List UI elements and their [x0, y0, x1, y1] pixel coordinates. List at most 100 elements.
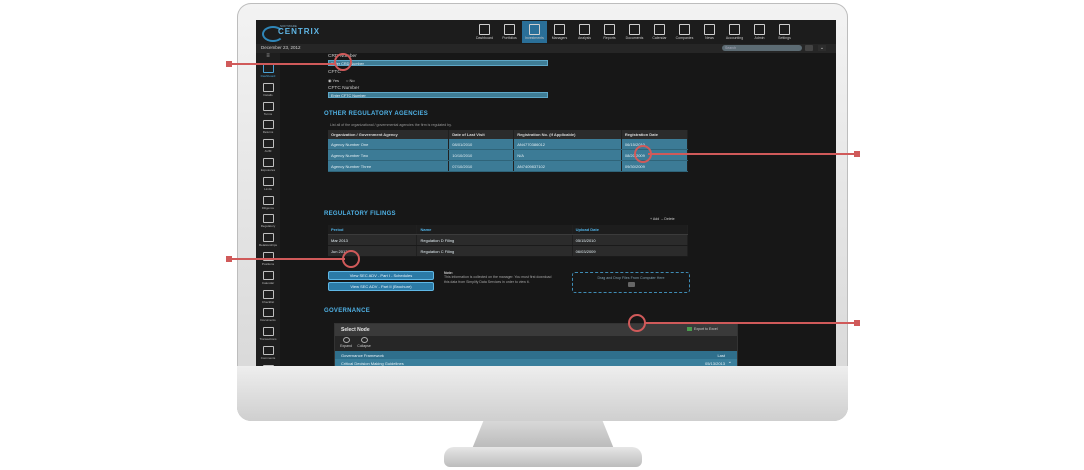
- sidebar-item-details[interactable]: Details: [256, 82, 280, 100]
- monitor-stand-base: [444, 447, 642, 467]
- sidebar-item-checklist[interactable]: Checklist: [256, 289, 280, 307]
- table-row[interactable]: Mar 2013 Regulation D Filing 05/15/2010: [328, 234, 689, 246]
- column-header[interactable]: Period: [328, 225, 418, 235]
- sub-bar: December 23, 2012 Search ⌄: [256, 44, 836, 53]
- no-label: No: [349, 78, 355, 83]
- documents-icon: [262, 308, 274, 318]
- callout-marker: [854, 151, 860, 157]
- nav-item-calendar[interactable]: Calendar: [647, 21, 672, 43]
- nav-item-dashboard[interactable]: Dashboard: [472, 21, 497, 43]
- sidebar-item-positions[interactable]: Positions: [256, 251, 280, 269]
- monitor-stand-neck: [472, 421, 614, 449]
- search-input[interactable]: Search: [722, 45, 802, 51]
- table-cell: 08/01/2010: [448, 139, 515, 150]
- cftc-number-input[interactable]: Enter CFTC Number: [328, 92, 548, 98]
- nav-item-settings[interactable]: Settings: [772, 21, 797, 43]
- companies-icon: [679, 24, 690, 35]
- search-icon[interactable]: [805, 45, 813, 51]
- calendar-icon: [262, 270, 274, 280]
- column-header[interactable]: Registration Date: [621, 130, 689, 139]
- collapse-label: Collapse: [357, 344, 371, 348]
- sidebar-item-aum[interactable]: AUM: [256, 139, 280, 156]
- nav-item-portfolios[interactable]: Portfolios: [497, 21, 522, 43]
- sidebar-item-label: Exposures: [260, 167, 276, 172]
- sidebar-item-returns[interactable]: Returns: [256, 120, 280, 137]
- calendar-icon: [654, 24, 665, 35]
- sidebar-item-notes[interactable]: Notes: [256, 364, 280, 366]
- sidebar-item-label: Returns: [262, 130, 274, 135]
- view-adv-part1-button[interactable]: View SEC ADV - Part I - Schedules: [328, 271, 434, 280]
- file-dropzone[interactable]: Drag and Drop Files From Computer Here: [572, 272, 690, 293]
- add-filing-button[interactable]: + Add: [650, 217, 659, 221]
- crd-input[interactable]: Enter CRD Number: [328, 60, 548, 66]
- nav-label: Dashboard: [475, 36, 494, 40]
- nav-item-managers[interactable]: Managers: [547, 21, 572, 43]
- governance-panel: Select Node Export to Excel Expand Colla…: [334, 323, 738, 366]
- sidebar-item-exposures[interactable]: Exposures: [256, 157, 280, 175]
- last-header: Last: [717, 352, 725, 358]
- nav-item-companies[interactable]: Companies: [672, 21, 697, 43]
- column-header[interactable]: Upload Date: [572, 225, 689, 235]
- export-excel-button[interactable]: Export to Excel: [687, 327, 718, 332]
- app-logo[interactable]: SOFTWARE CENTRIX: [262, 24, 322, 42]
- table-row[interactable]: Jun 2013 Regulation C Filing 06/03/2009: [328, 245, 689, 257]
- collapse-button[interactable]: Collapse: [357, 337, 371, 348]
- column-header[interactable]: Date of Last Visit: [448, 130, 515, 139]
- agencies-note: List all of the organizational / governm…: [330, 123, 452, 127]
- sidebar-item-calendar[interactable]: Calendar: [256, 270, 280, 288]
- governance-node-row[interactable]: Critical Decision Making Guidelines 05/1…: [335, 359, 737, 366]
- sidebar-item-label: Regulatory: [260, 224, 276, 229]
- sidebar-item-dashboard[interactable]: Dashboard: [256, 64, 280, 81]
- chevron-down-icon[interactable]: ⌄: [728, 359, 732, 365]
- sidebar-item-limits[interactable]: Limits: [256, 176, 280, 194]
- table-cell: Regulation D Filing: [416, 234, 573, 246]
- nav-item-investments[interactable]: Investments: [522, 21, 547, 43]
- diligence-icon: [262, 195, 274, 205]
- node-date: 05/13/2013: [704, 360, 725, 366]
- table-cell: Agency Number Three: [328, 160, 450, 172]
- reports-icon: [604, 24, 615, 35]
- sidebar-item-label: Documents: [260, 318, 276, 323]
- sidebar-item-comments[interactable]: Comments: [256, 345, 280, 363]
- nav-item-news[interactable]: News: [697, 21, 722, 43]
- current-date: December 23, 2012: [261, 45, 301, 50]
- sidebar-item-documents[interactable]: Documents: [256, 308, 280, 325]
- node-label: Critical Decision Making Guidelines: [341, 360, 404, 366]
- nav-item-admin[interactable]: Admin: [747, 21, 772, 43]
- expand-button[interactable]: Expand: [339, 337, 353, 348]
- table-row[interactable]: Agency Number Three 07/10/2010 AN740983710…: [328, 160, 689, 172]
- nav-item-analysis[interactable]: Analysis: [572, 21, 597, 43]
- column-header[interactable]: Name: [416, 225, 573, 235]
- logo-text: CENTRIX: [278, 27, 321, 36]
- delete-filing-button[interactable]: – Delete: [661, 217, 674, 221]
- news-icon: [704, 24, 715, 35]
- column-header[interactable]: Organization / Government Agency: [328, 130, 450, 139]
- sidebar-item-label: Positions: [261, 261, 275, 266]
- nav-item-reports[interactable]: Reports: [597, 21, 622, 43]
- sidebar-item-diligence[interactable]: Diligence: [256, 195, 280, 213]
- nav-label: Analysis: [577, 36, 592, 40]
- table-cell: Regulation C Filing: [416, 245, 573, 257]
- sidebar-item-label: Calendar: [261, 280, 275, 285]
- nav-item-accounting[interactable]: Accounting: [722, 21, 747, 43]
- sidebar-item-terms[interactable]: Terms: [256, 101, 280, 119]
- callout-line: [648, 153, 854, 155]
- sidebar-item-relationships[interactable]: Relationships: [256, 233, 280, 250]
- governance-framework-row[interactable]: Governance Framework Last: [335, 351, 737, 359]
- table-row[interactable]: Agency Number One 08/01/2010 AN4770386012 0…: [328, 139, 689, 150]
- callout-line: [231, 258, 345, 260]
- callout-circle: [634, 145, 652, 163]
- sidebar-item-transactions[interactable]: Transactions: [256, 327, 280, 344]
- chevron-down-icon[interactable]: ⌄: [818, 45, 826, 51]
- yes-label: Yes: [332, 78, 340, 83]
- nav-item-documents[interactable]: Documents: [622, 21, 647, 43]
- cftc-yes-radio[interactable]: ◉ Yes: [328, 78, 339, 83]
- view-adv-part2-button[interactable]: View SEC ADV - Part II (Brochure): [328, 282, 434, 291]
- cftc-no-radio[interactable]: ○ No: [346, 78, 355, 83]
- column-header[interactable]: Registration No. (if Applicable): [513, 130, 622, 139]
- sidebar-item-regulatory[interactable]: Regulatory: [256, 214, 280, 231]
- callout-circle: [628, 314, 646, 332]
- menu-icon[interactable]: ≡: [256, 53, 280, 62]
- table-cell: AN7409837102: [513, 160, 622, 172]
- expand-label: Expand: [340, 344, 352, 348]
